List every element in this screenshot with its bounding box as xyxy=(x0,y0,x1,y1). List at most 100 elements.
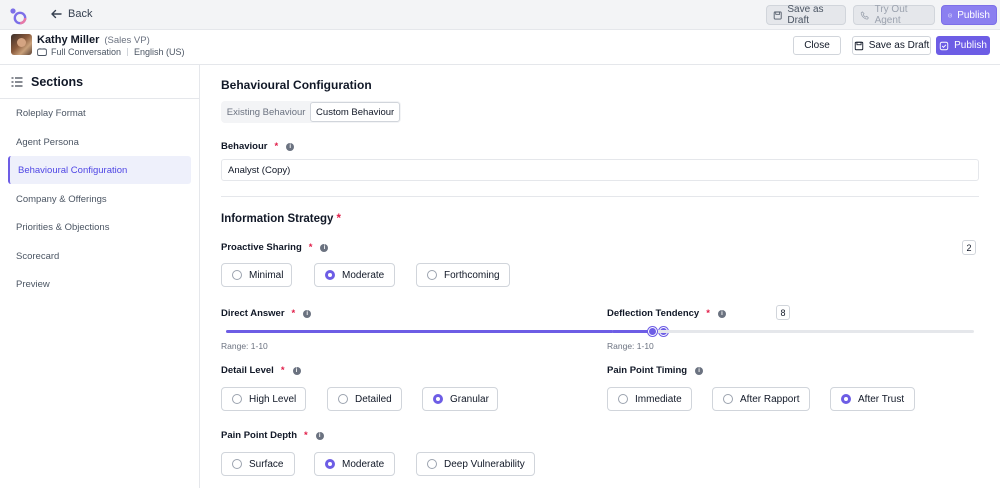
required-marker: * xyxy=(291,308,296,319)
radio-label: Immediate xyxy=(635,393,682,405)
pain-point-depth-deep-vulnerability[interactable]: Deep Vulnerability xyxy=(416,452,535,476)
page-title: Behavioural Configuration xyxy=(221,78,372,92)
proactive-sharing-forthcoming[interactable]: Forthcoming xyxy=(416,263,510,287)
pain-point-depth-moderate[interactable]: Moderate xyxy=(314,452,395,476)
radio-label: Moderate xyxy=(342,269,385,281)
check-circle-icon xyxy=(948,13,952,17)
try-out-agent-button[interactable]: Try Out Agent xyxy=(853,4,935,26)
radio-label: Forthcoming xyxy=(444,269,500,281)
slider-fill xyxy=(612,330,653,333)
pain-point-depth-surface[interactable]: Surface xyxy=(221,452,295,476)
radio-dot xyxy=(723,394,733,404)
sidebar-item-label: Company & Offerings xyxy=(16,193,107,205)
sidebar-item-scorecard[interactable]: Scorecard xyxy=(8,242,191,270)
direct-answer-range: Range: 1-10 xyxy=(221,341,268,351)
sidebar-item-label: Roleplay Format xyxy=(16,107,86,119)
proactive-sharing-minimal[interactable]: Minimal xyxy=(221,263,292,287)
deflection-tendency-label: Deflection Tendency * i xyxy=(607,308,726,319)
required-marker: * xyxy=(274,141,279,152)
behaviour-label: Behaviour * i xyxy=(221,141,295,152)
detail-level-detailed[interactable]: Detailed xyxy=(327,387,402,411)
top-publish-button[interactable]: Publish xyxy=(941,5,997,25)
language: English (US) xyxy=(134,47,185,57)
radio-dot xyxy=(618,394,628,404)
sidebar-item-behavioural-configuration[interactable]: Behavioural Configuration xyxy=(8,156,191,184)
pain-point-timing-after-rapport[interactable]: After Rapport xyxy=(712,387,810,411)
deflection-tendency-slider[interactable] xyxy=(612,327,974,336)
phone-icon xyxy=(860,10,869,19)
pain-point-depth-label: Pain Point Depth * i xyxy=(221,430,324,441)
required-marker: * xyxy=(308,242,313,253)
required-marker: * xyxy=(336,213,341,225)
info-icon[interactable]: i xyxy=(303,309,312,318)
behaviour-value: Analyst (Copy) xyxy=(228,164,291,176)
pain-point-depth-label-text: Pain Point Depth xyxy=(221,430,297,441)
top-save-draft-label: Save as Draft xyxy=(787,4,824,26)
save-draft-label: Save as Draft xyxy=(868,40,930,51)
info-icon[interactable]: i xyxy=(320,243,329,252)
info-icon[interactable]: i xyxy=(292,366,301,375)
try-out-agent-label: Try Out Agent xyxy=(874,4,908,26)
info-icon[interactable]: i xyxy=(286,142,295,151)
arrow-left-icon xyxy=(51,9,62,19)
radio-label: High Level xyxy=(249,393,297,405)
sidebar-item-label: Scorecard xyxy=(16,250,60,262)
direct-answer-label: Direct Answer * i xyxy=(221,308,312,319)
conversation-icon xyxy=(37,47,47,56)
tab-existing-behaviour[interactable]: Existing Behaviour xyxy=(222,102,310,122)
radio-dot xyxy=(232,394,242,404)
top-publish-label: Publish xyxy=(957,9,990,21)
top-save-draft-button[interactable]: Save as Draft xyxy=(766,4,846,26)
check-circle-icon xyxy=(939,41,949,50)
radio-label: Surface xyxy=(249,458,284,470)
radio-dot xyxy=(427,459,437,469)
sidebar-item-roleplay-format[interactable]: Roleplay Format xyxy=(8,99,191,127)
info-icon[interactable]: i xyxy=(717,309,726,318)
radio-label: Deep Vulnerability xyxy=(444,458,525,470)
tab-custom-behaviour[interactable]: Custom Behaviour xyxy=(310,102,400,122)
pain-point-timing-after-trust[interactable]: After Trust xyxy=(830,387,915,411)
main-content: Behavioural Configuration Existing Behav… xyxy=(200,65,1000,488)
pain-point-timing-label: Pain Point Timing i xyxy=(607,365,704,376)
slider-fill xyxy=(226,330,664,333)
avatar xyxy=(11,34,32,55)
pain-point-timing-immediate[interactable]: Immediate xyxy=(607,387,692,411)
divider xyxy=(221,196,979,197)
close-button[interactable]: Close xyxy=(793,36,841,55)
slider-thumb[interactable] xyxy=(648,327,658,336)
sidebar-item-label: Priorities & Objections xyxy=(16,221,110,233)
radio-dot xyxy=(325,459,335,469)
radio-dot xyxy=(338,394,348,404)
sections-sidebar: Sections Roleplay Format Agent Persona B… xyxy=(0,65,200,488)
agent-role: (Sales VP) xyxy=(104,35,150,46)
save-icon xyxy=(773,11,782,19)
sidebar-title: Sections xyxy=(31,74,84,89)
radio-dot xyxy=(427,270,437,280)
sidebar-item-agent-persona[interactable]: Agent Persona xyxy=(8,128,191,156)
back-button[interactable]: Back xyxy=(50,8,92,20)
save-draft-button[interactable]: Save as Draft xyxy=(852,36,931,55)
radio-dot xyxy=(232,270,242,280)
detail-level-high-level[interactable]: High Level xyxy=(221,387,306,411)
radio-dot xyxy=(433,394,443,404)
behaviour-field[interactable]: Analyst (Copy) xyxy=(221,159,979,181)
detail-level-label-text: Detail Level xyxy=(221,365,274,376)
publish-button[interactable]: Publish xyxy=(936,36,990,55)
top-bar: Back Save as Draft Try Out Agent Publish xyxy=(0,0,1000,30)
info-icon[interactable]: i xyxy=(695,366,704,375)
publish-label: Publish xyxy=(954,40,987,51)
detail-level-granular[interactable]: Granular xyxy=(422,387,498,411)
radio-label: Minimal xyxy=(249,269,284,281)
proactive-sharing-moderate[interactable]: Moderate xyxy=(314,263,395,287)
sidebar-item-preview[interactable]: Preview xyxy=(8,270,191,298)
info-icon[interactable]: i xyxy=(315,431,324,440)
detail-level-label: Detail Level * i xyxy=(221,365,301,376)
agent-header: Kathy Miller (Sales VP) Full Conversatio… xyxy=(0,30,1000,65)
behaviour-source-toggle: Existing Behaviour Custom Behaviour xyxy=(221,101,401,123)
radio-label: After Trust xyxy=(858,393,905,405)
sidebar-item-company-offerings[interactable]: Company & Offerings xyxy=(8,185,191,213)
radio-dot xyxy=(232,459,242,469)
direct-answer-label-text: Direct Answer xyxy=(221,308,285,319)
behaviour-label-text: Behaviour xyxy=(221,141,268,152)
sidebar-item-priorities-objections[interactable]: Priorities & Objections xyxy=(8,213,191,241)
